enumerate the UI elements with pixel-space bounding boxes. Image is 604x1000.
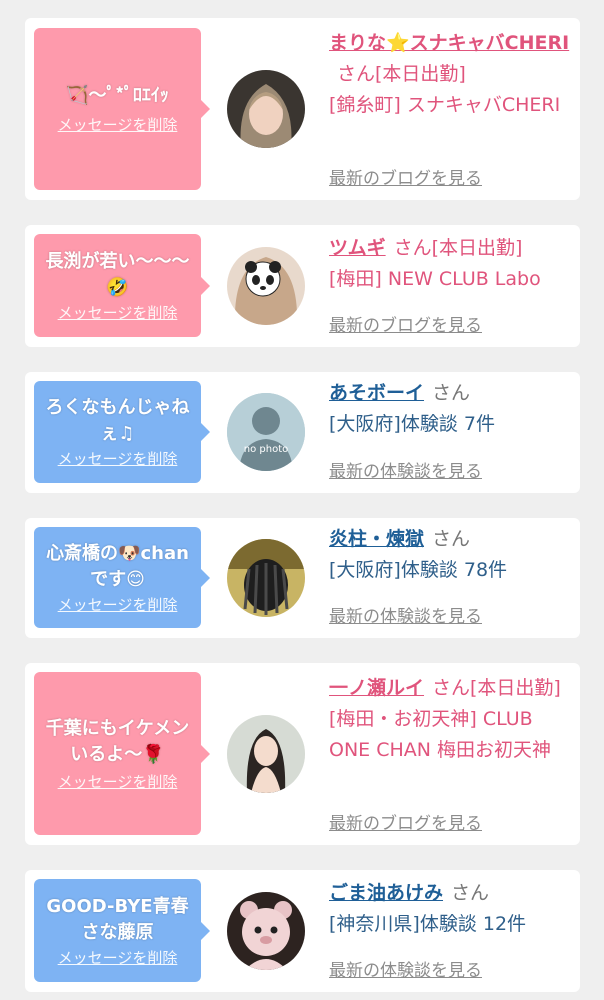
message-bubble: 心斎橋の🐶chanです😊 メッセージを削除: [34, 527, 210, 628]
avatar[interactable]: [227, 715, 305, 793]
latest-review-link[interactable]: 最新の体験談を見る: [329, 457, 482, 482]
message-bubble: GOOD-BYE青春さな藤原 メッセージを削除: [34, 879, 210, 982]
message-card: 長渕が若い〜〜〜🤣 メッセージを削除 ツムギ さん[本日出勤] [梅田] NEW …: [25, 225, 580, 347]
latest-blog-link[interactable]: 最新のブログを見る: [329, 311, 482, 336]
avatar[interactable]: [227, 247, 305, 325]
user-name-link[interactable]: あそボーイ: [329, 382, 424, 404]
latest-blog-link[interactable]: 最新のブログを見る: [329, 164, 482, 189]
message-text: GOOD-BYE青春さな藤原: [46, 895, 189, 943]
message-card: GOOD-BYE青春さな藤原 メッセージを削除 ごま油あけみ さん [神奈川県]体…: [25, 870, 580, 992]
review-count: [大阪府]体験談 7件: [329, 413, 495, 435]
honorific-status: さん[本日出勤]: [432, 677, 561, 699]
avatar[interactable]: [227, 539, 305, 617]
shop-info: [錦糸町] スナキャバCHERI: [329, 94, 561, 116]
cast-name-link[interactable]: まりな⭐スナキャバCHERI: [329, 32, 569, 54]
honorific: さん: [451, 882, 490, 904]
avatar[interactable]: [227, 892, 305, 970]
message-text: 心斎橋の🐶chanです😊: [46, 542, 189, 590]
cast-name-link[interactable]: ツムギ: [329, 237, 386, 259]
message-text: 長渕が若い〜〜〜🤣: [45, 250, 190, 298]
shop-info: [梅田・お初天神] CLUB ONE CHAN 梅田お初天神: [329, 708, 552, 761]
message-card: 🏹〜ﾟ*ﾟﾛｴｲｯ メッセージを削除 まりな⭐スナキャバCHERI さん[本日出勤…: [25, 18, 580, 200]
delete-message-link[interactable]: メッセージを削除: [58, 115, 178, 135]
honorific-status: さん[本日出勤]: [393, 237, 523, 259]
user-info: 炎柱・煉獄 さん [大阪府]体験談 78件: [329, 524, 574, 586]
delete-message-link[interactable]: メッセージを削除: [58, 948, 178, 968]
message-bubble: 🏹〜ﾟ*ﾟﾛｴｲｯ メッセージを削除: [34, 28, 210, 190]
cast-info: 一ノ瀬ルイ さん[本日出勤] [梅田・お初天神] CLUB ONE CHAN 梅田…: [329, 673, 574, 766]
cast-info: ツムギ さん[本日出勤] [梅田] NEW CLUB Labo: [329, 233, 574, 295]
message-bubble: 長渕が若い〜〜〜🤣 メッセージを削除: [34, 234, 210, 337]
latest-review-link[interactable]: 最新の体験談を見る: [329, 956, 482, 981]
honorific: さん: [432, 528, 471, 550]
message-text: 🏹〜ﾟ*ﾟﾛｴｲｯ: [66, 85, 169, 106]
message-card: ろくなもんじゃねぇ♫ メッセージを削除 no photo あそボーイ さん [大阪…: [25, 372, 580, 493]
latest-review-link[interactable]: 最新の体験談を見る: [329, 602, 482, 627]
avatar[interactable]: no photo: [227, 393, 305, 471]
delete-message-link[interactable]: メッセージを削除: [58, 303, 178, 323]
delete-message-link[interactable]: メッセージを削除: [58, 772, 178, 792]
message-bubble: 千葉にもイケメンいるよ〜🌹 メッセージを削除: [34, 672, 210, 835]
shop-info: [梅田] NEW CLUB Labo: [329, 268, 541, 290]
message-card: 千葉にもイケメンいるよ〜🌹 メッセージを削除 一ノ瀬ルイ さん[本日出勤] [梅田…: [25, 663, 580, 845]
message-text: 千葉にもイケメンいるよ〜🌹: [45, 717, 190, 765]
honorific: さん: [432, 382, 471, 404]
cast-name-link[interactable]: 一ノ瀬ルイ: [329, 677, 424, 699]
avatar[interactable]: [227, 70, 305, 148]
user-info: あそボーイ さん [大阪府]体験談 7件: [329, 378, 574, 440]
message-bubble: ろくなもんじゃねぇ♫ メッセージを削除: [34, 381, 210, 483]
review-count: [神奈川県]体験談 12件: [329, 913, 527, 935]
user-name-link[interactable]: ごま油あけみ: [329, 882, 443, 904]
user-name-link[interactable]: 炎柱・煉獄: [329, 528, 424, 550]
message-card: 心斎橋の🐶chanです😊 メッセージを削除 炎柱・煉獄 さん [大阪府]体験談 7…: [25, 518, 580, 638]
latest-blog-link[interactable]: 最新のブログを見る: [329, 809, 482, 834]
delete-message-link[interactable]: メッセージを削除: [58, 449, 178, 469]
user-info: ごま油あけみ さん [神奈川県]体験談 12件: [329, 878, 574, 940]
honorific-status: さん[本日出勤]: [337, 63, 466, 85]
cast-info: まりな⭐スナキャバCHERI さん[本日出勤] [錦糸町] スナキャバCHERI: [329, 28, 574, 121]
review-count: [大阪府]体験談 78件: [329, 559, 508, 581]
no-photo-label: no photo: [243, 444, 289, 455]
delete-message-link[interactable]: メッセージを削除: [58, 595, 178, 615]
message-text: ろくなもんじゃねぇ♫: [45, 397, 190, 444]
